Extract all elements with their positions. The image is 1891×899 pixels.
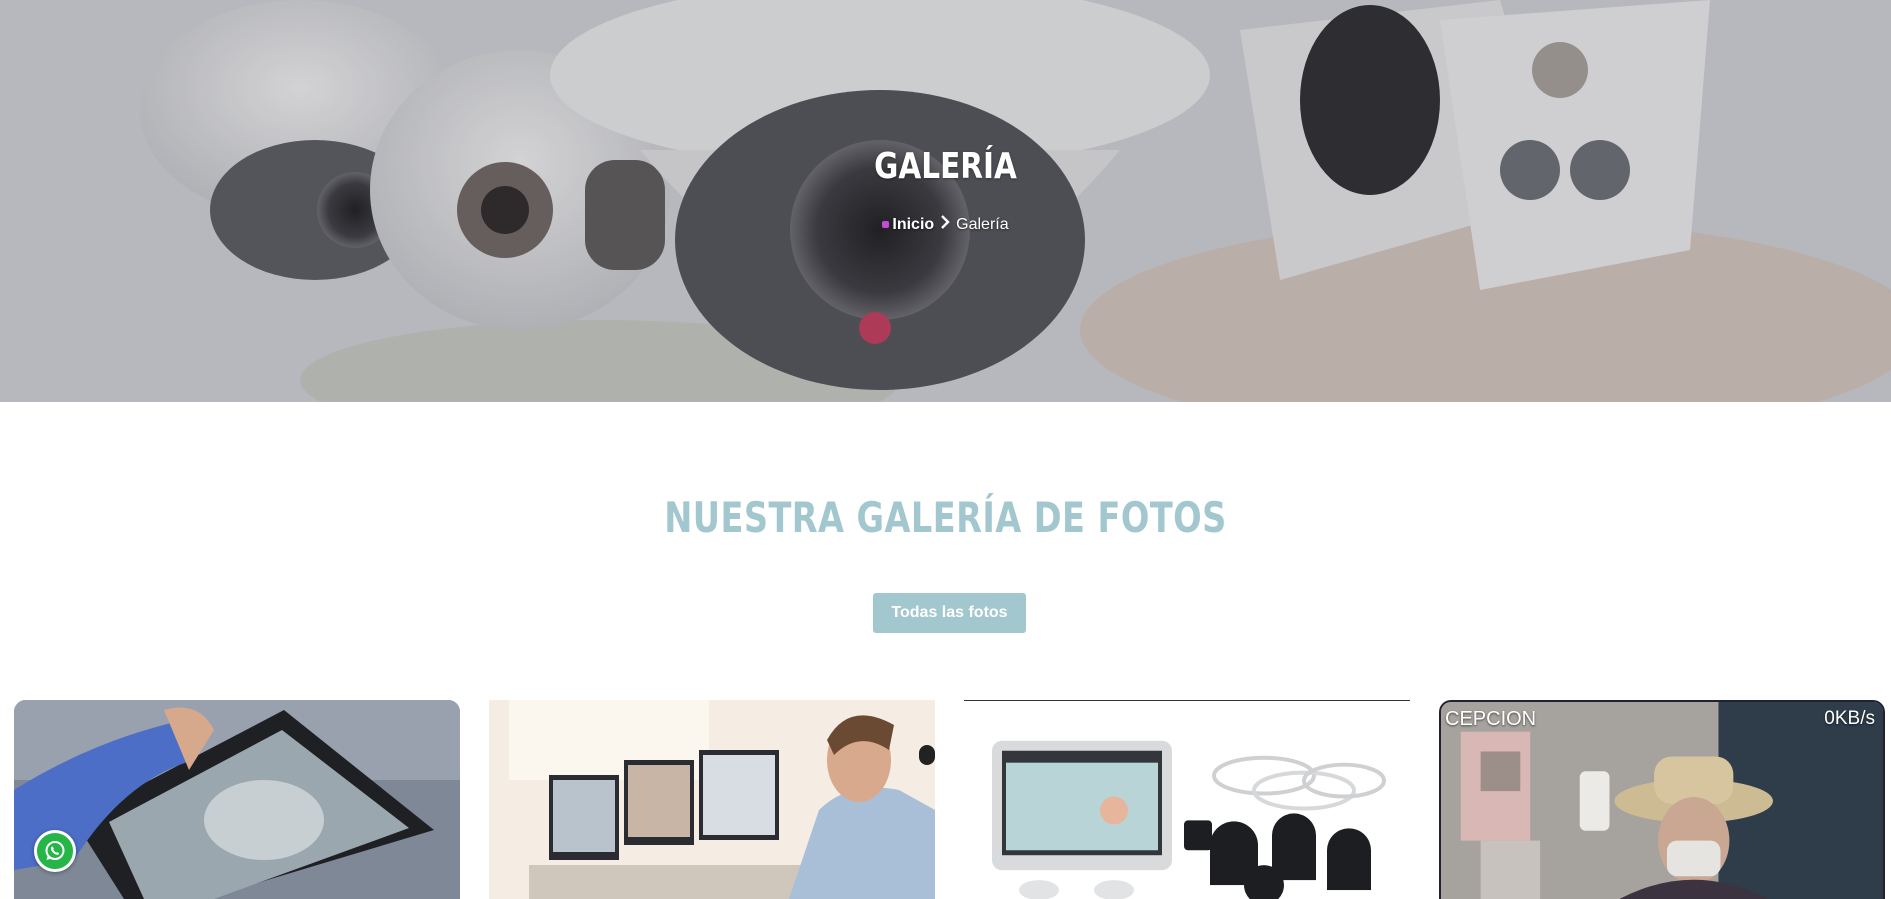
gallery-section-title: NUESTRA GALERÍA DE FOTOS [664,493,1227,542]
home-icon [882,221,890,228]
hero-banner: GALERÍA Inicio Galería [0,0,1891,402]
breadcrumb-current: Galería [956,215,1009,233]
camera-kit-photo [964,701,1410,899]
gallery-item-workstation[interactable] [489,700,935,899]
whatsapp-button[interactable] [34,830,76,872]
cctv-bitrate-label: 0KB/s [1824,708,1875,729]
gallery-item-camera-kit[interactable] [964,700,1410,899]
workstation-photo [489,700,935,899]
hero-dim-overlay [0,0,1891,402]
gallery-item-cctv-still[interactable]: CEPCION 0KB/s [1439,700,1885,899]
chevron-right-icon [940,215,950,234]
gallery-item-tablet[interactable] [14,700,460,899]
breadcrumb-home-link[interactable]: Inicio [882,216,934,234]
cctv-still-photo [1441,702,1883,899]
whatsapp-icon [45,841,65,860]
breadcrumb: Inicio Galería [0,215,1891,234]
cctv-location-label: CEPCION [1445,708,1537,730]
breadcrumb-home-label: Inicio [892,215,935,233]
tablet-photo [14,700,460,899]
filter-all-photos-button[interactable]: Todas las fotos [873,593,1026,633]
page-title: GALERÍA [874,146,1017,187]
